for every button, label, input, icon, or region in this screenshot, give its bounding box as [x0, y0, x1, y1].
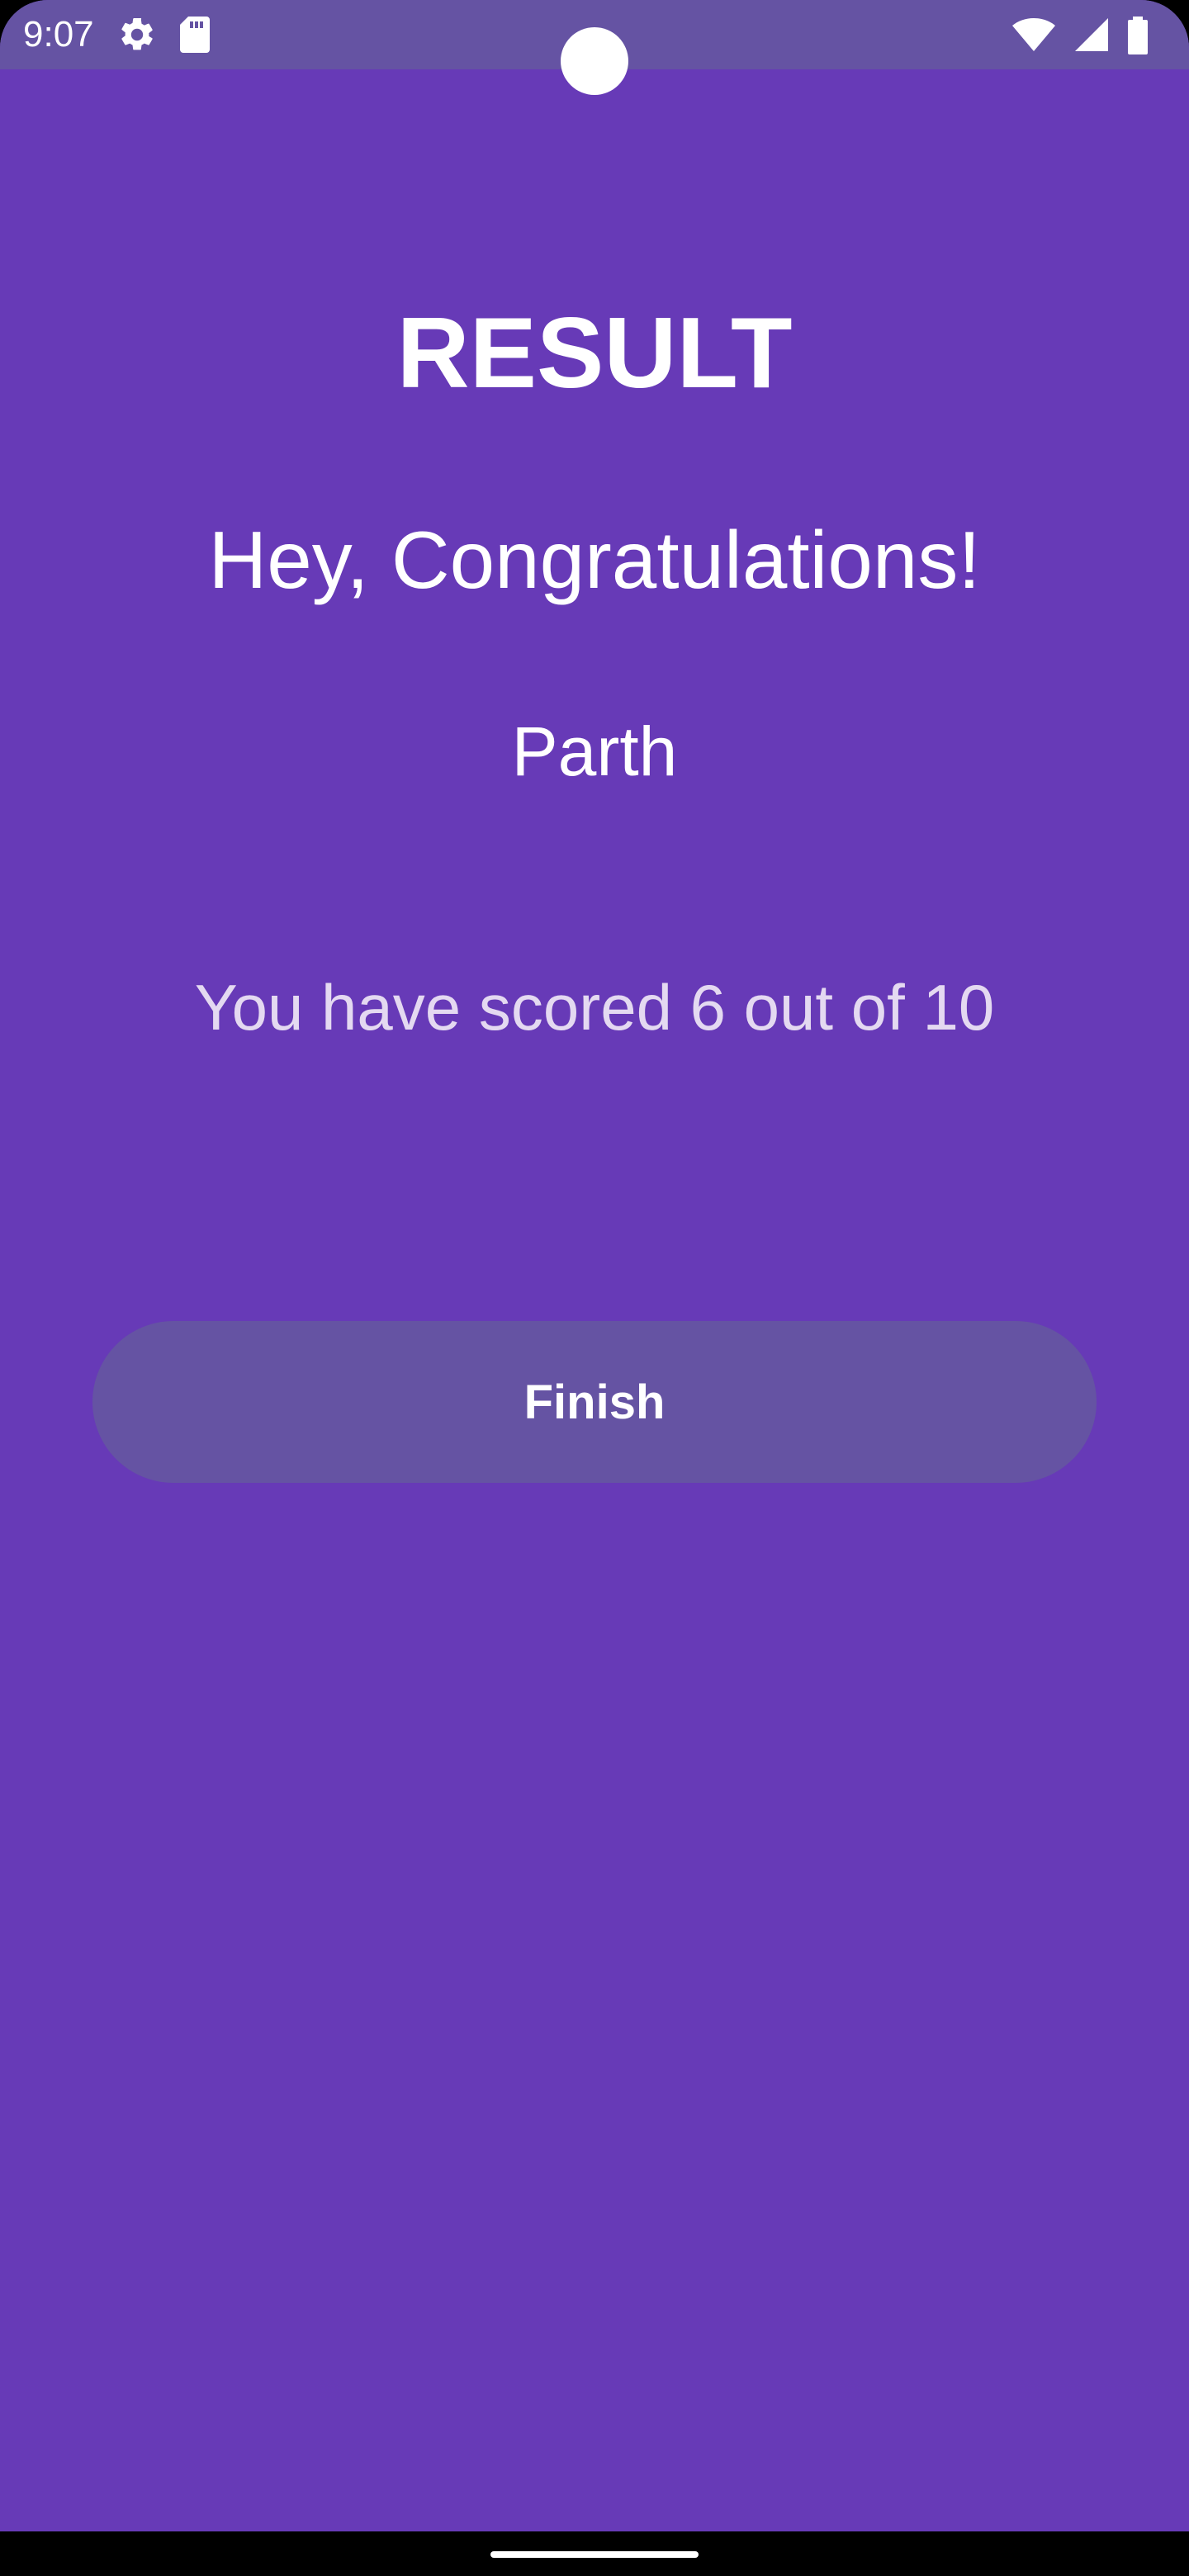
sd-card-icon — [177, 15, 213, 54]
finish-button[interactable]: Finish — [92, 1321, 1097, 1483]
gear-icon — [117, 15, 157, 54]
cellular-signal-icon — [1072, 15, 1111, 54]
score-text: You have scored 6 out of 10 — [194, 971, 995, 1044]
camera-cutout — [561, 27, 628, 95]
user-name: Parth — [511, 713, 678, 790]
status-right-icons — [1011, 15, 1149, 54]
page-title: RESULT — [396, 296, 793, 409]
navigation-bar — [0, 2531, 1189, 2576]
status-time: 9:07 — [23, 14, 94, 54]
status-left-icons — [117, 15, 213, 54]
home-indicator[interactable] — [490, 2551, 699, 2558]
wifi-icon — [1011, 15, 1057, 54]
battery-icon — [1126, 15, 1149, 54]
congratulations-text: Hey, Congratulations! — [208, 514, 981, 605]
result-screen: 9:07 RESULT Hey, Congratulations! Parth … — [0, 0, 1189, 2576]
